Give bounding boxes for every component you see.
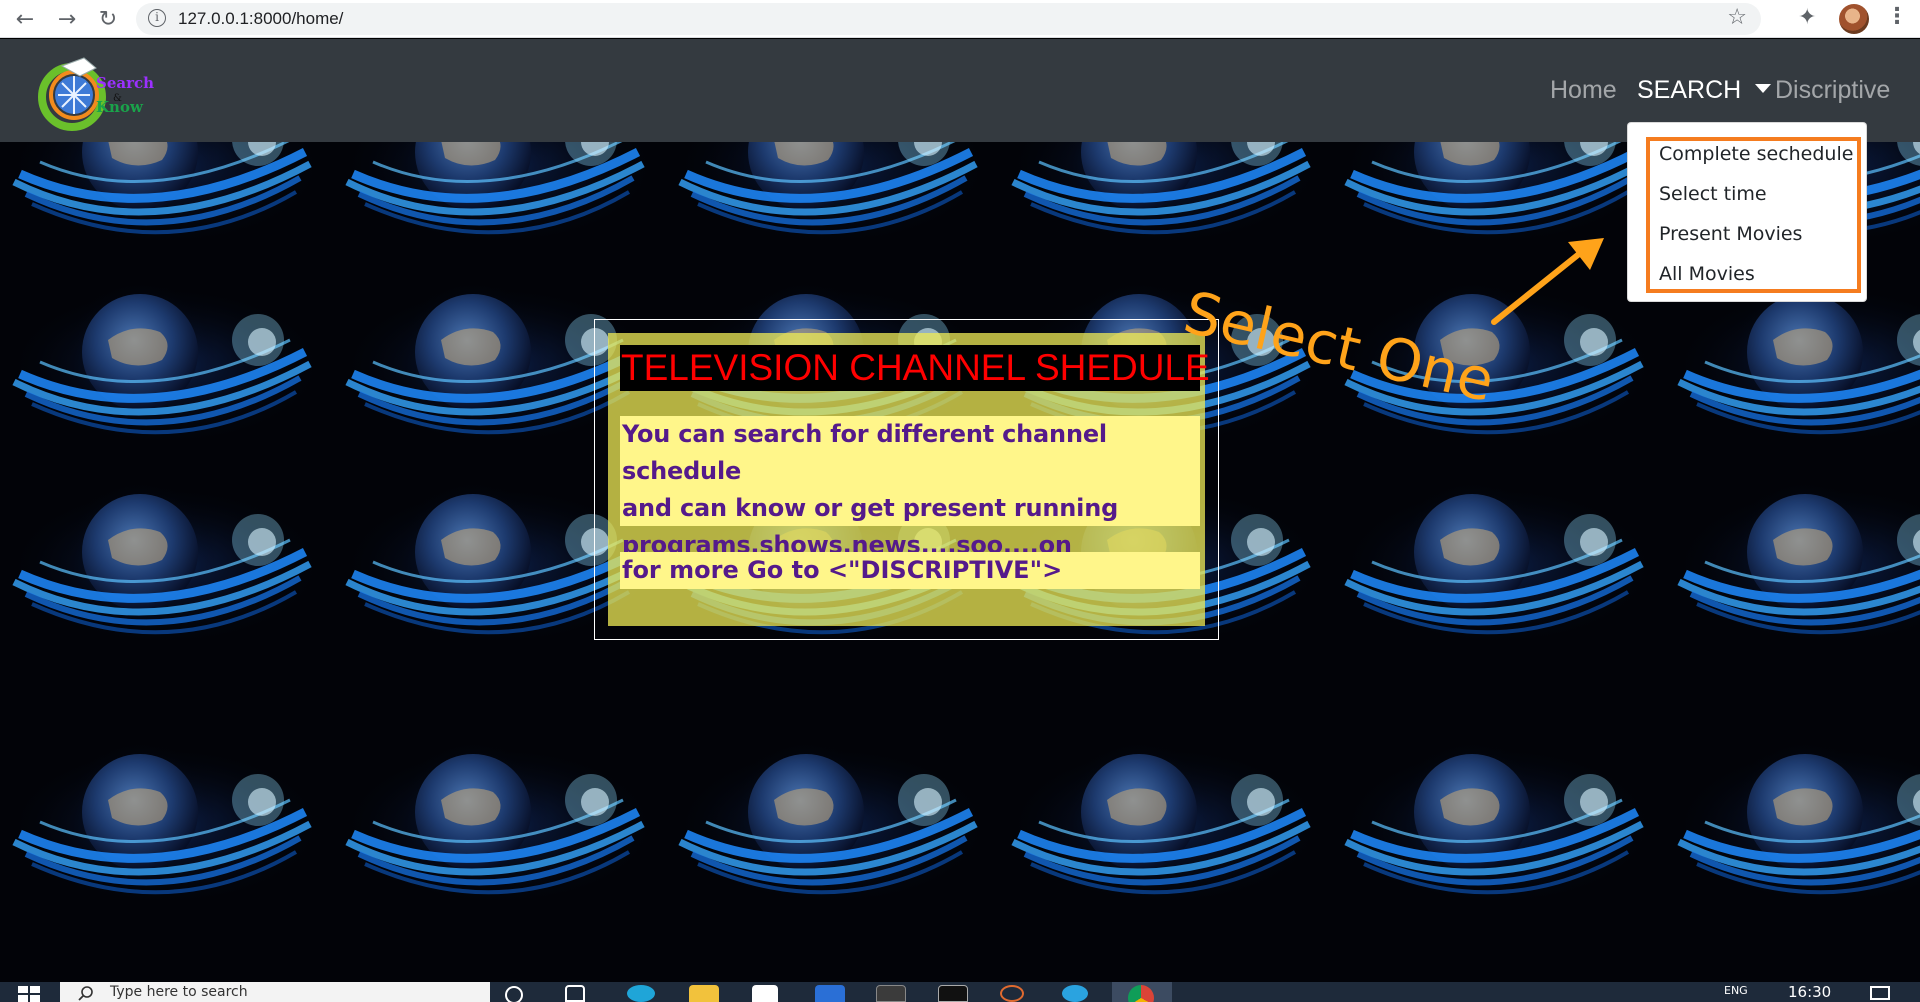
task-view-icon[interactable]	[565, 985, 585, 1002]
url-text[interactable]: 127.0.0.1:8000/home/	[178, 9, 343, 29]
reload-icon[interactable]: ↻	[93, 4, 123, 34]
chrome-active-slot[interactable]	[1112, 982, 1172, 1002]
logo-text-search: Search	[96, 74, 154, 92]
dropdown-item-select-time[interactable]: Select time	[1659, 183, 1767, 205]
app-icon[interactable]	[1000, 985, 1024, 1002]
forward-arrow-icon[interactable]: →	[52, 4, 82, 34]
search-dropdown-menu: Complete sechedule Select time Present M…	[1627, 122, 1867, 302]
extensions-icon[interactable]: ✦	[1798, 5, 1816, 30]
mail-icon[interactable]	[815, 985, 845, 1002]
windows-start-icon[interactable]	[18, 986, 40, 1002]
sublime-icon[interactable]	[876, 985, 906, 1002]
browser-toolbar: ← → ↻ i 127.0.0.1:8000/home/ ☆ ✦ ⋮	[0, 0, 1920, 38]
taskbar-search-placeholder: Type here to search	[110, 984, 248, 1000]
nav-home-link[interactable]: Home	[1550, 76, 1617, 105]
info-card: TELEVISION CHANNEL SHEDULE You can searc…	[608, 333, 1210, 626]
annotation-arrow-icon	[1491, 238, 1604, 325]
address-bar[interactable]: i 127.0.0.1:8000/home/ ☆	[136, 3, 1761, 35]
card-description: You can search for different channel sch…	[620, 416, 1200, 559]
dropdown-item-present-movies[interactable]: Present Movies	[1659, 223, 1802, 245]
notification-icon[interactable]	[1870, 986, 1890, 1000]
dropdown-item-complete-schedule[interactable]: Complete sechedule	[1659, 143, 1853, 165]
file-explorer-icon[interactable]	[689, 985, 719, 1002]
nav-search-label: SEARCH	[1637, 76, 1742, 104]
search-icon	[78, 986, 93, 1001]
nav-discriptive-link[interactable]: Discriptive	[1775, 76, 1890, 105]
card-title: TELEVISION CHANNEL SHEDULE	[620, 345, 1210, 391]
chrome-icon	[1128, 985, 1154, 1002]
clock-time[interactable]: 16:30	[1788, 983, 1831, 1001]
cortana-icon[interactable]	[505, 986, 523, 1002]
card-more-info: for more Go to <"DISCRIPTIVE">	[620, 552, 1200, 589]
dropdown-item-all-movies[interactable]: All Movies	[1659, 263, 1755, 285]
taskbar-search-box[interactable]: Type here to search	[60, 982, 490, 1002]
nav-search-dropdown-toggle[interactable]: SEARCH	[1637, 76, 1772, 105]
language-indicator[interactable]: ENG	[1724, 984, 1748, 997]
logo-text-know: Know	[96, 98, 144, 116]
card-description-line-2: and can know or get present running	[622, 494, 1119, 522]
site-logo[interactable]: Search & Know	[36, 54, 166, 134]
edge-browser-icon[interactable]	[627, 985, 655, 1002]
telegram-icon[interactable]	[1062, 985, 1088, 1002]
windows-taskbar: Type here to search ENG 16:30	[0, 982, 1920, 1002]
terminal-icon[interactable]	[938, 985, 968, 1002]
star-icon[interactable]: ☆	[1727, 5, 1747, 30]
menu-kebab-icon[interactable]: ⋮	[1886, 4, 1908, 29]
caret-down-icon	[1755, 84, 1772, 93]
store-icon[interactable]	[752, 985, 778, 1002]
card-description-line-1: You can search for different channel sch…	[622, 420, 1107, 485]
back-arrow-icon[interactable]: ←	[10, 4, 40, 34]
info-icon[interactable]: i	[148, 9, 166, 27]
profile-avatar[interactable]	[1839, 4, 1869, 34]
